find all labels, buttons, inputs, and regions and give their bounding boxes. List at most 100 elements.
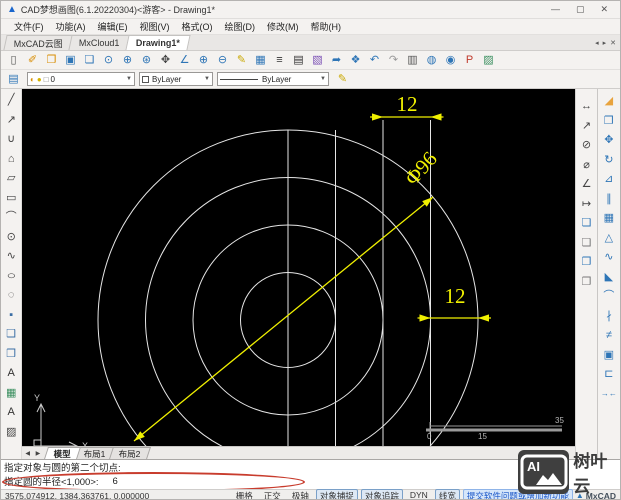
- toggle-ortho[interactable]: 正交: [260, 489, 285, 500]
- web-share-icon[interactable]: ◉: [441, 52, 460, 69]
- minimize-button[interactable]: —: [551, 4, 560, 15]
- tab-drawing1[interactable]: Drawing1*: [124, 35, 191, 50]
- scale-icon[interactable]: ⊿: [599, 170, 619, 190]
- layout-tab-scroll[interactable]: ◀ ▶: [25, 450, 42, 457]
- menu-edit[interactable]: 编辑(E): [93, 19, 133, 34]
- toggle-osnap[interactable]: 对象捕捉: [315, 488, 358, 499]
- spline-edit-icon[interactable]: ∿: [599, 248, 619, 268]
- image-icon[interactable]: ▦: [1, 384, 21, 404]
- draworder-back-icon[interactable]: ❏: [577, 234, 597, 254]
- zoom-in-icon[interactable]: ⊕: [194, 52, 213, 69]
- draworder-above-icon[interactable]: ❐: [577, 253, 597, 273]
- mtext-lines-icon[interactable]: A: [1, 403, 21, 423]
- dim-diameter-icon[interactable]: ⌀: [577, 156, 597, 176]
- menu-draw[interactable]: 绘图(D): [220, 19, 261, 34]
- break-icon[interactable]: ∤: [599, 307, 619, 327]
- draw-pencil-icon[interactable]: ✎: [333, 71, 352, 88]
- elliptical-arc-icon[interactable]: ◌: [1, 286, 21, 306]
- rotate-icon[interactable]: ↻: [599, 151, 619, 171]
- layout-tab-model[interactable]: 模型: [44, 447, 82, 459]
- move-icon[interactable]: ✥: [599, 131, 619, 151]
- rectangle-icon[interactable]: ▭: [1, 189, 21, 209]
- boundary-icon[interactable]: ⊏: [599, 365, 619, 385]
- polyline-icon[interactable]: ∪: [1, 130, 21, 150]
- open-folder-icon[interactable]: ❐: [42, 52, 61, 69]
- block-insert-icon[interactable]: ❒: [1, 345, 21, 365]
- dim-continue-icon[interactable]: ↦: [577, 195, 597, 215]
- zoom-extents-icon[interactable]: ⊛: [137, 52, 156, 69]
- display-settings-icon[interactable]: ▧: [308, 52, 327, 69]
- linetype-dropdown[interactable]: ByLayer ▼: [217, 72, 329, 86]
- layer-dropdown[interactable]: ◐ ● □ 0 ▼: [27, 72, 135, 86]
- menu-help[interactable]: 帮助(H): [306, 19, 347, 34]
- color-dropdown[interactable]: ByLayer ▼: [139, 72, 213, 86]
- command-input-value[interactable]: 6: [113, 476, 118, 487]
- spline-icon[interactable]: ∿: [1, 247, 21, 267]
- toggle-dyn[interactable]: DYN: [406, 489, 432, 500]
- redo-icon[interactable]: ↷: [384, 52, 403, 69]
- hatch-icon[interactable]: ▨: [1, 423, 21, 443]
- save-as-icon[interactable]: ❏: [80, 52, 99, 69]
- rectangle-poly-icon[interactable]: ▱: [1, 169, 21, 189]
- offset-icon[interactable]: ∥: [599, 190, 619, 210]
- plot-style-icon[interactable]: ❖: [346, 52, 365, 69]
- point-icon[interactable]: ▪: [1, 306, 21, 326]
- draworder-front-icon[interactable]: ❏: [577, 214, 597, 234]
- menu-modify[interactable]: 修改(M): [262, 19, 304, 34]
- mirror-icon[interactable]: △: [599, 229, 619, 249]
- dim-angular-icon[interactable]: ∠: [577, 175, 597, 195]
- export-icon[interactable]: ➦: [327, 52, 346, 69]
- open-brush-icon[interactable]: ✐: [23, 52, 42, 69]
- menu-format[interactable]: 格式(O): [177, 19, 218, 34]
- menu-file[interactable]: 文件(F): [9, 19, 49, 34]
- image-export-icon[interactable]: ▨: [479, 52, 498, 69]
- block-icon[interactable]: ❑: [1, 325, 21, 345]
- tab-scroll-right[interactable]: ▸: [603, 39, 607, 47]
- pan-icon[interactable]: ✥: [156, 52, 175, 69]
- tab-scroll-left[interactable]: ◂: [595, 39, 599, 47]
- text-icon[interactable]: A: [1, 364, 21, 384]
- arc-icon[interactable]: ⌒: [1, 208, 21, 228]
- toggle-otrack[interactable]: 对象追踪: [360, 488, 403, 499]
- layout-tab-layout2[interactable]: 布局2: [109, 447, 151, 459]
- redline-pencil-icon[interactable]: ✎: [232, 52, 251, 69]
- layers-icon[interactable]: ▤: [4, 71, 23, 88]
- chamfer-icon[interactable]: ◣: [599, 268, 619, 288]
- drawing-canvas[interactable]: 1212Φ960 1535YX: [22, 89, 576, 446]
- dim-radius-icon[interactable]: ⊘: [577, 136, 597, 156]
- circle-icon[interactable]: ⊙: [1, 228, 21, 248]
- line-icon[interactable]: ╱: [1, 91, 21, 111]
- zoom-window-icon[interactable]: ⊕: [118, 52, 137, 69]
- pdf-export-icon[interactable]: P: [460, 52, 479, 69]
- save-icon[interactable]: ▣: [61, 52, 80, 69]
- construction-line-icon[interactable]: ↗: [1, 111, 21, 131]
- zoom-out-icon[interactable]: ⊖: [213, 52, 232, 69]
- new-file-icon[interactable]: ▯: [4, 52, 23, 69]
- dim-aligned-icon[interactable]: ↗: [577, 117, 597, 137]
- zoom-previous-icon[interactable]: ⊙: [99, 52, 118, 69]
- erase-icon[interactable]: ◢: [599, 92, 619, 112]
- explode-icon[interactable]: ▣: [599, 346, 619, 366]
- draworder-below-icon[interactable]: ❐: [577, 273, 597, 293]
- array-icon[interactable]: ▦: [599, 209, 619, 229]
- divide-icon[interactable]: ≠: [599, 326, 619, 346]
- table-icon[interactable]: ▦: [251, 52, 270, 69]
- polygon-icon[interactable]: ⌂: [1, 150, 21, 170]
- layout-icon[interactable]: ▤: [289, 52, 308, 69]
- dim-linear-icon[interactable]: ↔: [577, 97, 597, 117]
- web-icon[interactable]: ◍: [422, 52, 441, 69]
- tab-mxcad-cloud[interactable]: MxCAD云图: [3, 35, 74, 50]
- tab-close[interactable]: ✕: [610, 39, 616, 47]
- undo-icon[interactable]: ↶: [365, 52, 384, 69]
- toggle-lineweight[interactable]: 线宽: [434, 488, 460, 499]
- ellipse-icon[interactable]: ○: [1, 267, 21, 287]
- mtext-icon[interactable]: ≡: [270, 52, 289, 69]
- copy-icon[interactable]: ❐: [599, 112, 619, 132]
- fillet-icon[interactable]: ⌒: [599, 287, 619, 307]
- join-icon[interactable]: →←: [599, 385, 619, 405]
- toggle-polar[interactable]: 极轴: [288, 489, 313, 500]
- menu-view[interactable]: 视图(V): [135, 19, 175, 34]
- menu-function[interactable]: 功能(A): [51, 19, 91, 34]
- toggle-grid[interactable]: 栅格: [232, 489, 257, 500]
- tab-mxcloud1[interactable]: MxCloud1: [68, 35, 131, 50]
